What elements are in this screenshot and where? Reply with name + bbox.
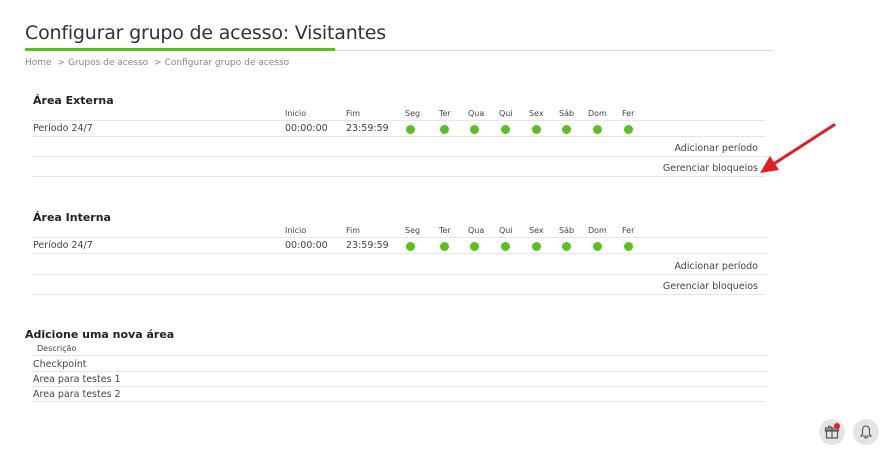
day-active-dot (624, 242, 633, 251)
day-active-dot (440, 242, 449, 251)
breadcrumb-separator: > (154, 58, 162, 68)
add-period-link[interactable]: Adicionar período (674, 143, 758, 154)
breadcrumb-groups[interactable]: Grupos de acesso (68, 58, 148, 68)
day-active-dot (593, 242, 602, 251)
day-active-dot (406, 125, 415, 134)
breadcrumb-separator: > (57, 58, 65, 68)
column-header-day: Qua (468, 109, 485, 118)
row-divider (32, 176, 766, 177)
column-header-day: Fer (622, 226, 635, 235)
column-header-day: Qua (468, 226, 485, 235)
day-active-dot (532, 125, 541, 134)
day-active-dot (501, 242, 510, 251)
column-header-day: Fer (622, 109, 635, 118)
area-section: Área Interna Inicio Fim Seg Ter Qua Qui … (32, 209, 766, 299)
column-header-day: Ter (439, 226, 451, 235)
row-divider (32, 274, 766, 275)
bell-icon (859, 425, 873, 439)
breadcrumb-current: Configurar grupo de acesso (164, 58, 290, 68)
column-header-day: Qui (499, 109, 513, 118)
day-active-dot (440, 125, 449, 134)
row-divider (32, 237, 766, 238)
day-active-dot (470, 242, 479, 251)
add-area-title: Adicione uma nova área (25, 328, 175, 341)
column-header-start: Inicio (285, 226, 307, 235)
day-active-dot (624, 125, 633, 134)
period-start: 00:00:00 (285, 240, 328, 251)
period-start: 00:00:00 (285, 123, 328, 134)
row-divider (32, 401, 766, 402)
column-header-day: Seg (405, 109, 421, 118)
breadcrumb-home[interactable]: Home (25, 58, 52, 68)
notification-badge (834, 423, 840, 429)
column-header-end: Fim (346, 226, 361, 235)
column-header-day: Dom (588, 109, 607, 118)
description-column-header: Descrição (37, 344, 77, 353)
day-active-dot (562, 125, 571, 134)
list-item[interactable]: Checkpoint (33, 359, 86, 370)
row-divider (32, 136, 766, 137)
column-header-day: Seg (405, 226, 421, 235)
period-end: 23:59:59 (346, 240, 389, 251)
column-header-day: Sex (529, 109, 544, 118)
row-divider (32, 120, 766, 121)
column-header-day: Sáb (559, 226, 575, 235)
period-name[interactable]: Período 24/7 (33, 123, 93, 134)
row-divider (32, 253, 766, 254)
row-divider (32, 371, 766, 372)
gift-notification-button[interactable] (819, 419, 845, 445)
day-active-dot (562, 242, 571, 251)
day-active-dot (406, 242, 415, 251)
manage-blocks-link[interactable]: Gerenciar bloqueios (663, 281, 758, 292)
notifications-button[interactable] (853, 419, 879, 445)
column-header-day: Sex (529, 226, 544, 235)
breadcrumb: Home > Grupos de acesso > Configurar grupo… (25, 58, 289, 68)
manage-blocks-link[interactable]: Gerenciar bloqueios (663, 163, 758, 174)
row-divider (32, 386, 766, 387)
annotation-arrow-icon (760, 123, 836, 173)
day-active-dot (532, 242, 541, 251)
area-section: Área Externa Inicio Fim Seg Ter Qua Qui … (32, 92, 766, 182)
row-divider (32, 156, 766, 157)
day-active-dot (470, 125, 479, 134)
column-header-start: Inicio (285, 109, 307, 118)
page-title: Configurar grupo de acesso: Visitantes (25, 22, 386, 44)
title-accent-bar (25, 48, 335, 51)
column-header-end: Fim (346, 109, 361, 118)
list-item[interactable]: Area para testes 2 (33, 389, 121, 400)
row-divider (32, 355, 766, 356)
period-end: 23:59:59 (346, 123, 389, 134)
list-item[interactable]: Area para testes 1 (33, 374, 121, 385)
area-title: Área Externa (33, 94, 114, 107)
column-header-day: Sáb (559, 109, 575, 118)
column-header-day: Dom (588, 226, 607, 235)
period-name[interactable]: Período 24/7 (33, 240, 93, 251)
row-divider (32, 294, 766, 295)
column-header-day: Ter (439, 109, 451, 118)
add-period-link[interactable]: Adicionar período (674, 261, 758, 272)
day-active-dot (593, 125, 602, 134)
day-active-dot (501, 125, 510, 134)
column-header-day: Qui (499, 226, 513, 235)
area-title: Área Interna (33, 211, 111, 224)
